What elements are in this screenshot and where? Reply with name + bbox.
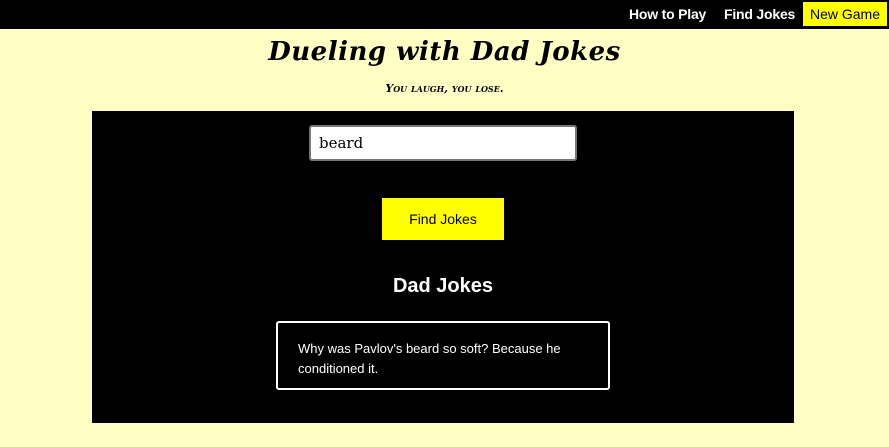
results-heading: Dad Jokes: [392, 275, 494, 297]
page-title: Dueling with Dad Jokes: [268, 37, 621, 67]
page-tagline: You laugh, you lose.: [385, 82, 504, 95]
joke-text: Why was Pavlov's beard so soft? Because …: [298, 341, 561, 376]
search-input[interactable]: [309, 125, 577, 161]
new-game-button[interactable]: New Game: [802, 1, 888, 27]
top-navbar: How to Play Find Jokes New Game: [0, 0, 889, 29]
joke-search-panel: Find Jokes Dad Jokes Why was Pavlov's be…: [92, 111, 794, 423]
nav-how-to-play-link[interactable]: How to Play: [629, 0, 706, 29]
find-jokes-button[interactable]: Find Jokes: [382, 198, 504, 240]
nav-find-jokes-link[interactable]: Find Jokes: [724, 0, 795, 29]
joke-card[interactable]: Why was Pavlov's beard so soft? Because …: [276, 321, 610, 390]
